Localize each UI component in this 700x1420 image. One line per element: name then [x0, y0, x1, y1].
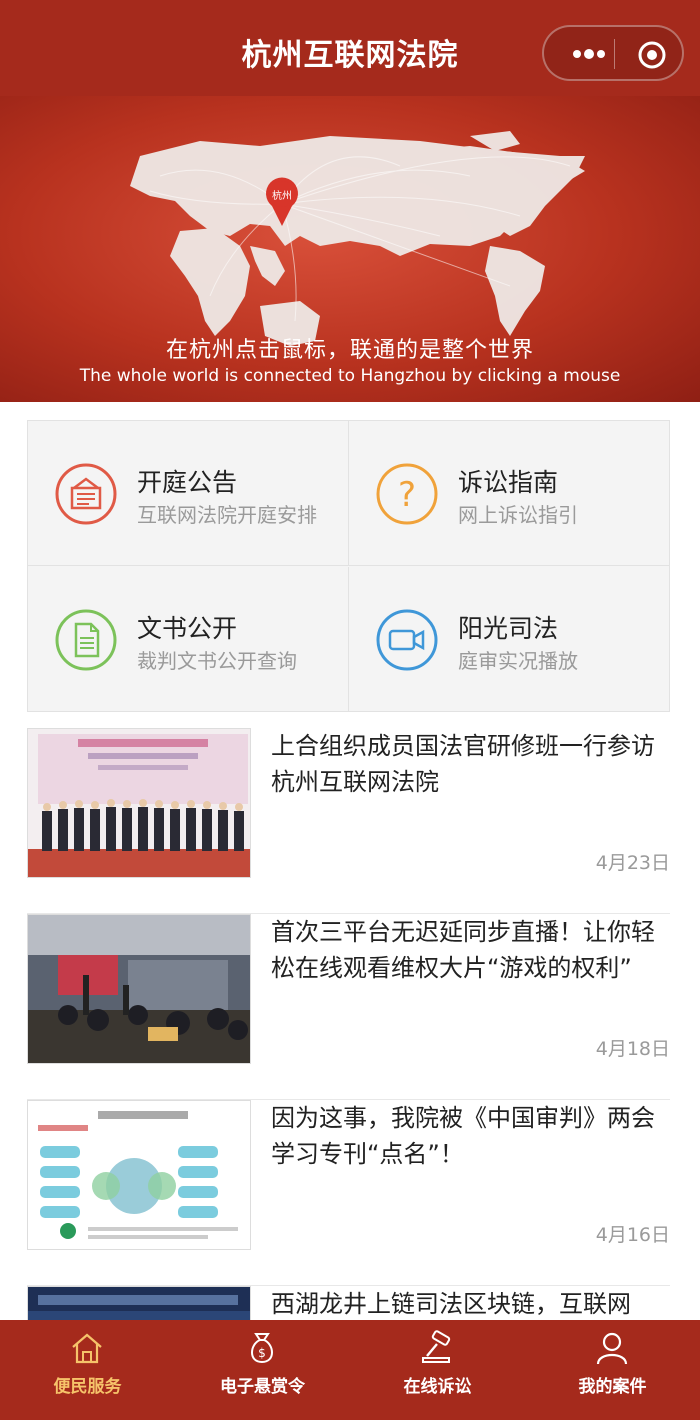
news-title: 西湖龙井上链司法区块链，互联网	[271, 1290, 631, 1318]
tab-convenience-services[interactable]: 便民服务	[0, 1320, 175, 1420]
service-subtitle: 网上诉讼指引	[458, 503, 578, 527]
service-title: 开庭公告	[137, 468, 238, 497]
gavel-icon	[422, 1330, 451, 1363]
mini-program-capsule	[542, 25, 684, 81]
news-item[interactable]: 首次三平台无迟延同步直播！让你轻松在线观看维权大片“游戏的权利” 4月18日	[27, 914, 670, 1100]
news-date: 4月16日	[595, 1224, 670, 1246]
svg-text:?: ?	[398, 475, 416, 515]
news-title: 因为这事，我院被《中国审判》两会学习专刊“点名”！	[271, 1104, 655, 1168]
service-litigation-guide[interactable]: ? 诉讼指南 网上诉讼指引	[349, 421, 670, 566]
home-icon	[72, 1333, 102, 1364]
banner-slogan-cn: 在杭州点击鼠标，联通的是整个世界	[165, 338, 534, 363]
service-subtitle: 裁判文书公开查询	[137, 649, 297, 673]
document-icon	[55, 609, 117, 671]
service-sunshine-justice[interactable]: 阳光司法 庭审实况播放	[349, 567, 670, 712]
news-date: 4月18日	[595, 1038, 670, 1060]
service-title: 阳光司法	[458, 614, 559, 643]
hero-banner[interactable]: 杭州 在杭州点击鼠标，联通的是整个世界 The whole world is c…	[0, 96, 700, 402]
news-date: 4月23日	[595, 852, 670, 874]
news-title: 上合组织成员国法官研修班一行参访杭州互联网法院	[271, 732, 655, 796]
news-item[interactable]: 上合组织成员国法官研修班一行参访杭州互联网法院 4月23日	[27, 728, 670, 914]
map-marker-label: 杭州	[272, 189, 292, 202]
tab-my-cases[interactable]: 我的案件	[525, 1320, 700, 1420]
user-icon	[596, 1332, 628, 1365]
close-miniprogram-icon[interactable]	[636, 39, 668, 71]
service-court-notice[interactable]: 开庭公告 互联网法院开庭安排	[28, 421, 349, 566]
service-document-disclosure[interactable]: 文书公开 裁判文书公开查询	[28, 567, 349, 712]
news-thumbnail	[27, 1100, 251, 1250]
banner-slogan-en: The whole world is connected to Hangzhou…	[79, 366, 621, 386]
service-title: 诉讼指南	[458, 468, 559, 497]
news-thumbnail	[27, 914, 251, 1064]
tab-online-litigation[interactable]: 在线诉讼	[350, 1320, 525, 1420]
news-title: 首次三平台无迟延同步直播！让你轻松在线观看维权大片“游戏的权利”	[271, 918, 655, 982]
service-grid: 开庭公告 互联网法院开庭安排 ? 诉讼指南 网上诉讼指引 文书公开 裁判文书公开…	[27, 420, 670, 712]
nav-bar: 杭州互联网法院	[0, 0, 700, 96]
tab-label: 电子悬赏令	[220, 1377, 305, 1397]
tab-label: 在线诉讼	[403, 1377, 472, 1397]
service-subtitle: 互联网法院开庭安排	[137, 503, 317, 527]
service-title: 文书公开	[137, 614, 238, 643]
tab-label: 便民服务	[53, 1377, 122, 1397]
news-item[interactable]: 因为这事，我院被《中国审判》两会学习专刊“点名”！ 4月16日	[27, 1100, 670, 1286]
svg-text:$: $	[258, 1346, 266, 1360]
capsule-divider	[614, 39, 615, 69]
video-camera-icon	[376, 609, 438, 671]
notice-board-icon	[55, 463, 117, 525]
news-thumbnail	[27, 728, 251, 878]
money-bag-icon: $	[251, 1333, 273, 1364]
tab-e-bounty[interactable]: $ 电子悬赏令	[175, 1320, 350, 1420]
service-subtitle: 庭审实况播放	[458, 649, 578, 673]
bottom-tab-bar: 便民服务 $ 电子悬赏令 在线诉讼 我的案件	[0, 1320, 700, 1420]
tab-label: 我的案件	[578, 1377, 647, 1397]
question-icon: ?	[376, 463, 438, 525]
more-icon[interactable]	[564, 39, 614, 69]
